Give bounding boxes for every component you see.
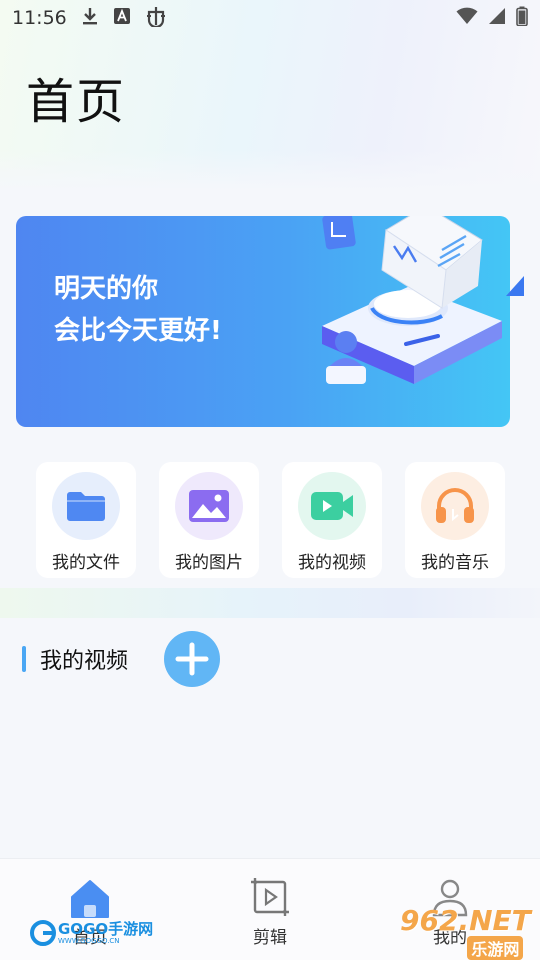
shortcut-my-music[interactable]: 我的音乐 <box>405 462 505 578</box>
divider-band <box>0 588 540 618</box>
tab-clip-label: 剪辑 <box>253 928 287 948</box>
video-icon <box>298 472 366 540</box>
wifi-icon <box>456 7 478 30</box>
shortcut-label: 我的图片 <box>175 553 243 573</box>
bug-icon <box>145 5 167 32</box>
962-watermark: 962.NET 乐游网 <box>400 906 531 960</box>
gogo-logo-icon <box>30 920 56 946</box>
shortcut-label: 我的视频 <box>298 553 366 573</box>
folder-icon <box>52 472 120 540</box>
text-a-icon <box>113 7 131 30</box>
clip-icon <box>250 877 290 921</box>
signal-icon <box>488 7 506 30</box>
shortcut-label: 我的文件 <box>52 553 120 573</box>
status-time: 11:56 <box>12 7 67 29</box>
banner-line-2: 会比今天更好! <box>54 316 222 346</box>
shortcut-my-videos[interactable]: 我的视频 <box>282 462 382 578</box>
962-watermark-text: 962.NET <box>400 904 531 937</box>
tab-clip[interactable]: 剪辑 <box>210 859 330 960</box>
gogo-watermark-text: GOGO手游网 <box>58 920 154 938</box>
banner-line-1: 明天的你 <box>54 274 159 304</box>
banner-text: 明天的你 会比今天更好! <box>54 268 222 352</box>
962-watermark-sub: 乐游网 <box>467 936 524 960</box>
status-bar: 11:56 <box>0 0 540 36</box>
plus-icon <box>175 642 209 676</box>
section-accent-bar <box>22 646 26 672</box>
headphones-icon <box>421 472 489 540</box>
download-icon <box>81 6 99 31</box>
gogo-watermark-url: WWW.GOGGO.CN <box>58 937 120 945</box>
shortcut-grid: 我的文件 我的图片 我的视频 我的音乐 <box>0 462 540 578</box>
section-header: 我的视频 <box>22 630 128 688</box>
add-video-button[interactable] <box>164 631 220 687</box>
image-icon <box>175 472 243 540</box>
shortcut-label: 我的音乐 <box>421 553 489 573</box>
section-title: 我的视频 <box>40 649 129 674</box>
shortcut-my-files[interactable]: 我的文件 <box>36 462 136 578</box>
shortcut-my-images[interactable]: 我的图片 <box>159 462 259 578</box>
promo-banner[interactable]: 明天的你 会比今天更好! <box>16 216 510 427</box>
home-icon <box>68 877 112 925</box>
book-illustration-icon <box>322 216 502 384</box>
gogo-watermark: GOGO手游网 WWW.GOGGO.CN <box>30 920 153 946</box>
page-title: 首页 <box>26 74 127 130</box>
battery-icon <box>516 6 528 31</box>
paper-plane-icon <box>506 276 524 296</box>
